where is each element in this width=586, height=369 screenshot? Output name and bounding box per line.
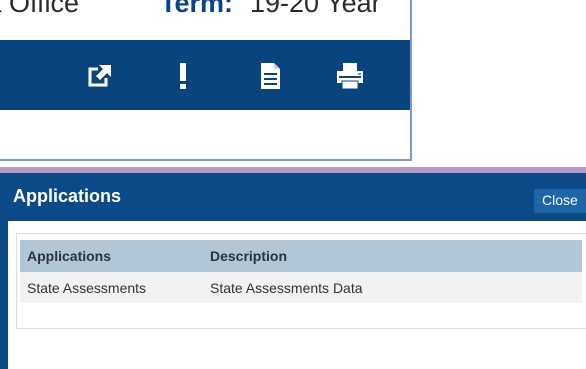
parent-window: t Office Term: 19-20 Year (0, 0, 412, 161)
dialog-header: Applications Close (0, 173, 586, 221)
print-button[interactable] (334, 60, 366, 92)
table-row[interactable]: State Assessments State Assessments Data (20, 272, 582, 303)
term-label: Term: (160, 0, 234, 18)
application-description-cell: State Assessments Data (203, 272, 582, 303)
alert-icon (180, 63, 186, 89)
dialog-title: Applications (13, 186, 122, 206)
office-label: t Office (0, 0, 80, 18)
table-header-row: Applications Description (20, 240, 582, 272)
term-value: 19-20 Year (250, 0, 381, 18)
column-header-description: Description (203, 240, 582, 272)
toolbar (0, 40, 410, 110)
dialog-body: Applications Description State Assessmen… (8, 221, 586, 369)
external-link-icon (88, 64, 112, 87)
applications-dialog: Applications Close Applications Descript… (0, 167, 586, 369)
document-button[interactable] (254, 60, 286, 92)
printer-icon (337, 63, 363, 90)
document-icon (261, 63, 280, 89)
application-name-cell[interactable]: State Assessments (20, 272, 203, 303)
close-button[interactable]: Close (534, 189, 586, 213)
applications-table: Applications Description State Assessmen… (20, 240, 582, 303)
alert-button[interactable] (167, 60, 199, 92)
external-link-button[interactable] (84, 60, 116, 92)
column-header-applications: Applications (20, 240, 203, 272)
